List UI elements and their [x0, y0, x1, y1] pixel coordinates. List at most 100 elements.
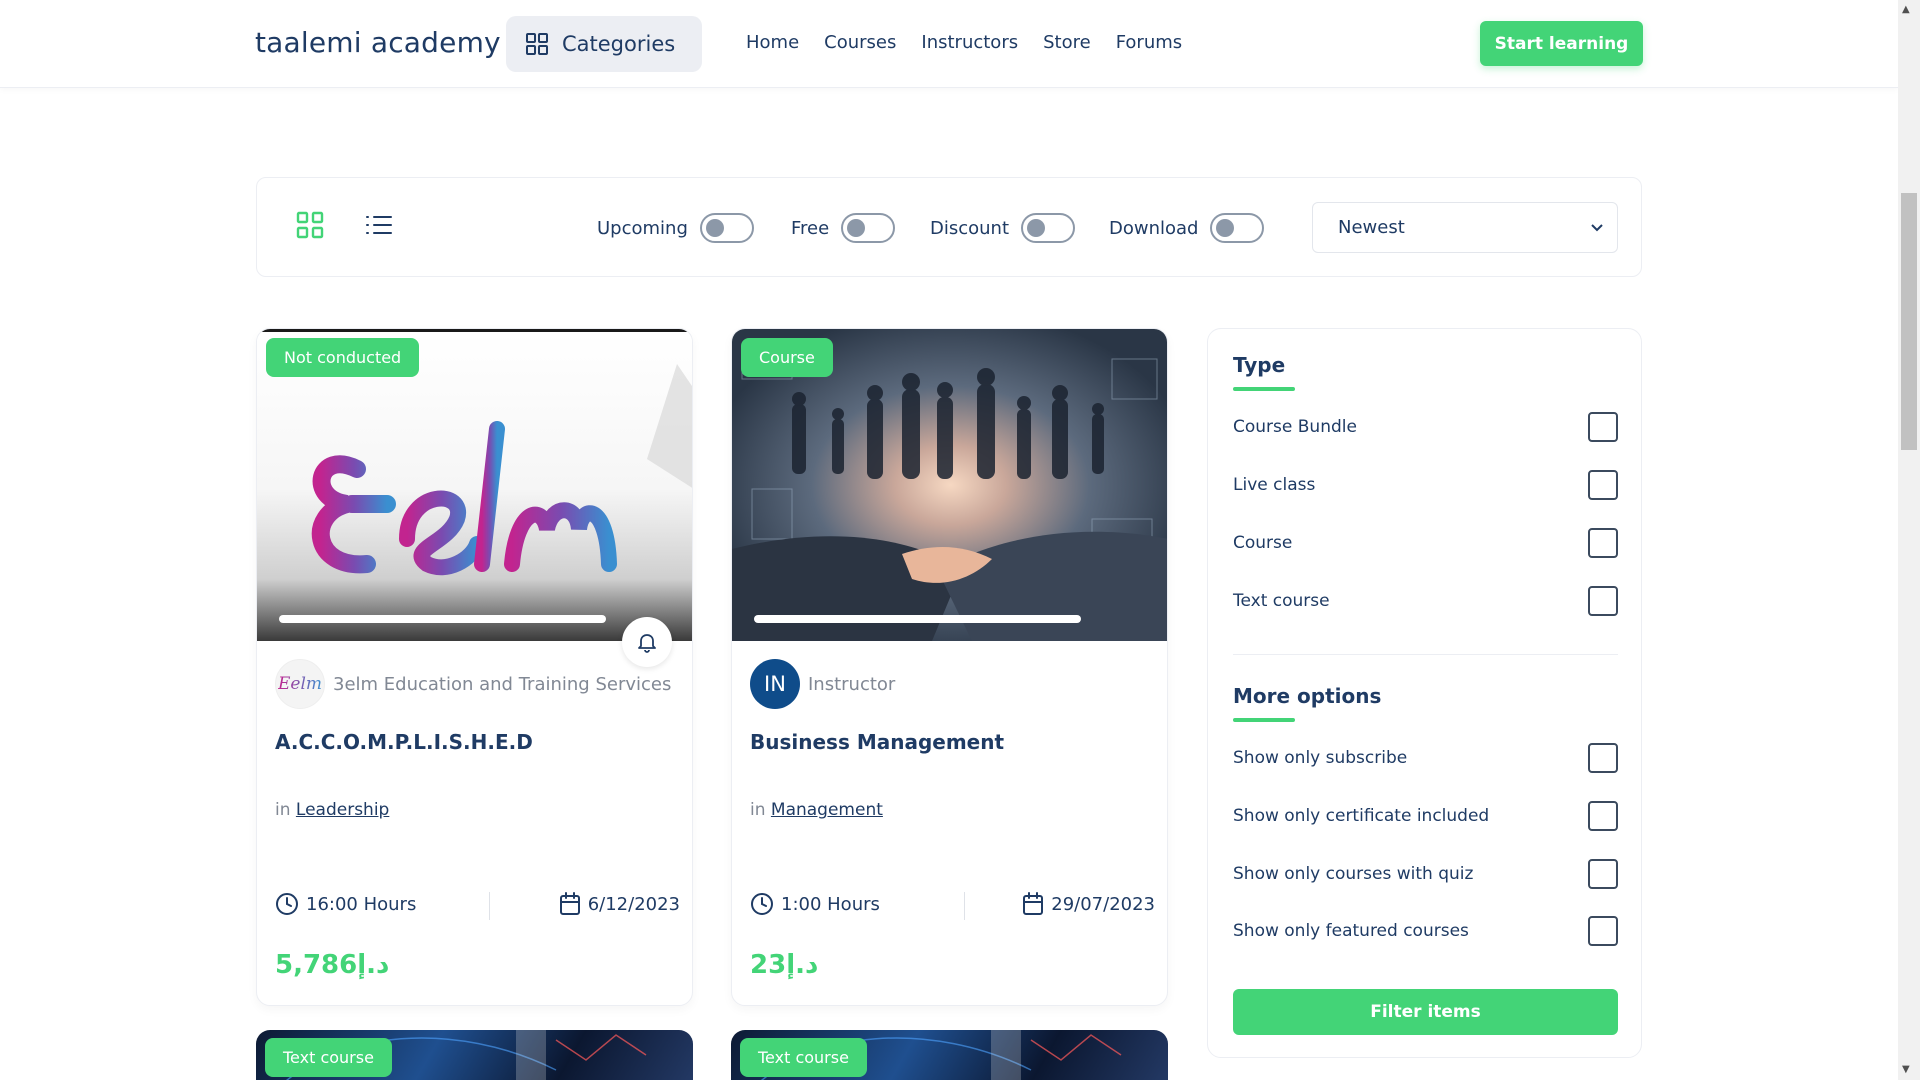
- course-thumbnail[interactable]: Course: [732, 329, 1167, 641]
- start-learning-button[interactable]: Start learning: [1480, 21, 1643, 66]
- filter-items-button[interactable]: Filter items: [1233, 989, 1618, 1035]
- course-thumbnail[interactable]: Not conducted: [257, 329, 692, 641]
- nav-home[interactable]: Home: [746, 32, 799, 53]
- checkbox[interactable]: [1588, 916, 1618, 946]
- author-avatar: Eelm: [275, 659, 325, 709]
- site-logo[interactable]: taalemi academy: [255, 26, 501, 59]
- upcoming-toggle[interactable]: [699, 213, 754, 243]
- calendar-icon: [1023, 892, 1044, 915]
- option-label: Course Bundle: [1233, 417, 1357, 437]
- free-toggle[interactable]: [841, 213, 896, 243]
- option-show-quiz[interactable]: Show only courses with quiz: [1233, 859, 1618, 889]
- nav-forums[interactable]: Forums: [1116, 32, 1182, 53]
- type-option-live-class[interactable]: Live class: [1233, 470, 1618, 500]
- option-show-featured[interactable]: Show only featured courses: [1233, 916, 1618, 946]
- type-option-course-bundle[interactable]: Course Bundle: [1233, 412, 1618, 442]
- filter-bar: Upcoming Free Discount Download Newest: [256, 177, 1642, 277]
- option-label: Show only featured courses: [1233, 921, 1469, 941]
- checkbox[interactable]: [1588, 586, 1618, 616]
- duration-value: 1:00 Hours: [781, 893, 880, 915]
- type-option-course[interactable]: Course: [1233, 528, 1618, 558]
- scroll-down-icon[interactable]: ▼: [1902, 1064, 1910, 1075]
- sort-selected-value: Newest: [1338, 217, 1405, 238]
- heading-underline: [1233, 718, 1295, 722]
- chevron-down-icon: [1591, 223, 1603, 231]
- nav-store[interactable]: Store: [1043, 32, 1091, 53]
- option-label: Course: [1233, 533, 1293, 553]
- category-prefix: in: [275, 800, 291, 820]
- option-label: Live class: [1233, 475, 1316, 495]
- course-card[interactable]: Text course: [256, 1030, 693, 1080]
- type-option-text-course[interactable]: Text course: [1233, 586, 1618, 616]
- categories-label: Categories: [562, 32, 676, 56]
- grid-icon: [526, 33, 548, 55]
- course-card[interactable]: Text course: [731, 1030, 1168, 1080]
- course-date: 6/12/2023: [559, 892, 680, 916]
- option-label: Show only certificate included: [1233, 806, 1490, 826]
- course-status-badge: Not conducted: [266, 338, 420, 377]
- scroll-up-icon[interactable]: ▲: [1902, 4, 1910, 15]
- list-view-icon[interactable]: [365, 214, 393, 236]
- meta-divider: [964, 892, 965, 920]
- nav-courses[interactable]: Courses: [824, 32, 896, 53]
- category-link[interactable]: Leadership: [296, 800, 389, 820]
- author-avatar: IN: [750, 659, 800, 709]
- download-filter: Download: [1109, 213, 1265, 243]
- date-value: 29/07/2023: [1051, 893, 1155, 915]
- checkbox[interactable]: [1588, 470, 1618, 500]
- course-type-badge: Course: [741, 338, 833, 377]
- option-show-certificate[interactable]: Show only certificate included: [1233, 801, 1618, 831]
- author-name: Instructor: [808, 673, 896, 695]
- grid-view-icon[interactable]: [296, 211, 324, 239]
- category-link[interactable]: Management: [771, 800, 883, 820]
- course-title[interactable]: A.C.C.O.M.P.L.I.S.H.E.D: [275, 730, 533, 754]
- more-options-heading: More options: [1233, 684, 1382, 708]
- discount-label: Discount: [930, 217, 1010, 239]
- clock-icon: [751, 893, 773, 915]
- type-heading: Type: [1233, 353, 1286, 377]
- main-nav: Home Courses Instructors Store Forums: [746, 32, 1182, 53]
- filter-sidebar: Type Course Bundle Live class Course Tex…: [1207, 328, 1642, 1058]
- option-label: Show only subscribe: [1233, 748, 1408, 768]
- course-price: 5,786د.إ: [275, 950, 390, 980]
- sort-select[interactable]: Newest: [1312, 202, 1618, 253]
- clock-icon: [276, 893, 298, 915]
- course-category: in Leadership: [275, 800, 389, 820]
- option-show-subscribe[interactable]: Show only subscribe: [1233, 743, 1618, 773]
- duration-value: 16:00 Hours: [306, 893, 417, 915]
- upcoming-label: Upcoming: [597, 217, 688, 239]
- avatar-initials: IN: [764, 672, 786, 696]
- course-card[interactable]: Not conducted Eelm 3elm Education and Tr…: [256, 328, 693, 1006]
- checkbox[interactable]: [1588, 859, 1618, 889]
- course-category: in Management: [750, 800, 883, 820]
- category-prefix: in: [750, 800, 766, 820]
- progress-bar: [279, 615, 606, 623]
- download-label: Download: [1109, 217, 1199, 239]
- course-type-badge: Text course: [740, 1038, 867, 1077]
- course-title[interactable]: Business Management: [750, 730, 1004, 754]
- top-header: taalemi academy Categories Home Courses …: [0, 0, 1898, 88]
- page-scrollbar[interactable]: [1898, 0, 1920, 1080]
- course-author[interactable]: IN Instructor: [750, 659, 895, 709]
- categories-button[interactable]: Categories: [506, 16, 702, 72]
- option-label: Show only courses with quiz: [1233, 864, 1474, 884]
- checkbox[interactable]: [1588, 528, 1618, 558]
- calendar-icon: [559, 892, 580, 915]
- scrollbar-thumb[interactable]: [1901, 193, 1917, 450]
- course-duration: 16:00 Hours: [275, 892, 416, 916]
- course-author[interactable]: Eelm 3elm Education and Training Service…: [275, 659, 671, 709]
- course-date: 29/07/2023: [1022, 892, 1155, 916]
- progress-bar: [754, 615, 1081, 623]
- checkbox[interactable]: [1588, 801, 1618, 831]
- download-toggle[interactable]: [1210, 213, 1265, 243]
- course-duration: 1:00 Hours: [750, 892, 880, 916]
- checkbox[interactable]: [1588, 743, 1618, 773]
- discount-toggle[interactable]: [1021, 213, 1076, 243]
- course-card[interactable]: Course IN Instructor Business Management…: [731, 328, 1168, 1006]
- course-type-badge: Text course: [265, 1038, 392, 1077]
- course-price: 23د.إ: [750, 950, 819, 980]
- checkbox[interactable]: [1588, 412, 1618, 442]
- free-label: Free: [791, 217, 830, 239]
- discount-filter: Discount: [930, 213, 1076, 243]
- nav-instructors[interactable]: Instructors: [921, 32, 1018, 53]
